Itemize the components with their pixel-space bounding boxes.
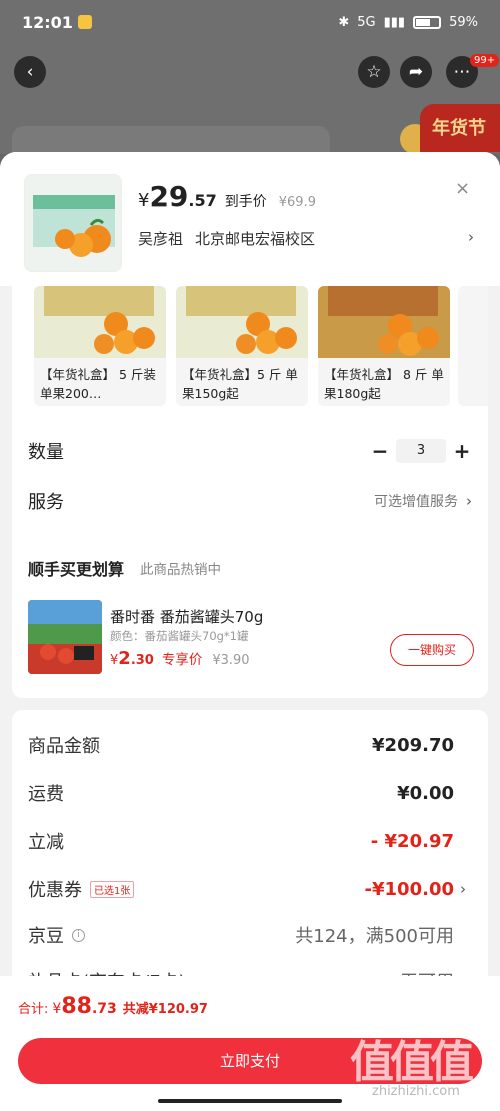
jd-bean-label: 京豆 bbox=[28, 926, 64, 947]
discount-label: 立减 bbox=[28, 832, 64, 853]
upsell-title: 顺手买更划算 bbox=[28, 560, 125, 579]
purchase-sheet: ¥ 29 .57 到手价 ¥69.9 × 吴彦祖 北京邮电宏福校区 › 【年货礼… bbox=[0, 152, 500, 1111]
price-integer: 29 bbox=[149, 180, 189, 213]
sheet-header: ¥ 29 .57 到手价 ¥69.9 × 吴彦祖 北京邮电宏福校区 › bbox=[0, 152, 500, 286]
back-button[interactable]: ‹ bbox=[14, 56, 46, 88]
quantity-stepper: − 3 + bbox=[370, 439, 472, 463]
upsell-card: 顺手买更划算 此商品热销中 番时番 番茄酱罐头70g 颜色：番茄酱罐头70g*1… bbox=[12, 538, 488, 698]
total-decimal: .73 bbox=[91, 1001, 117, 1017]
final-price-tag: 到手价 bbox=[224, 194, 267, 210]
status-indicators: ✱ 5G ▮▮▮ 59% bbox=[338, 15, 478, 30]
currency-symbol: ¥ bbox=[110, 653, 119, 668]
watermark-logo: 值值值 bbox=[350, 1037, 474, 1088]
coupon-chosen-badge: 已选1张 bbox=[90, 880, 135, 898]
variant-image bbox=[318, 286, 450, 358]
shipping-row: 运费 ¥0.00 bbox=[28, 780, 454, 806]
chevron-right-icon: › bbox=[460, 880, 466, 898]
background-card bbox=[12, 126, 330, 154]
one-click-buy-button[interactable]: 一键购买 bbox=[390, 634, 474, 666]
service-value: 可选增值服务 bbox=[374, 494, 458, 510]
total-integer: 88 bbox=[61, 994, 92, 1019]
variant-list[interactable]: 【年货礼盒】 5 斤装 单果200… 【年货礼盒】5 斤 单果150g起 【年货… bbox=[12, 286, 488, 410]
quantity-row: 数量 − 3 + bbox=[28, 436, 472, 466]
address-text: 北京邮电宏福校区 bbox=[195, 230, 316, 248]
currency-symbol: ¥ bbox=[138, 190, 150, 211]
minus-button[interactable]: − bbox=[370, 439, 390, 463]
price-decimal: .30 bbox=[130, 653, 154, 668]
goods-amount-row: 商品金额 ¥209.70 bbox=[28, 732, 454, 758]
upsell-price: ¥ 2 .30 专享价 ¥3.90 bbox=[110, 648, 250, 669]
status-time: 12:01 bbox=[22, 12, 73, 32]
close-icon[interactable]: × bbox=[455, 178, 470, 199]
bluetooth-icon: ✱ bbox=[338, 14, 350, 30]
coupon-value: -¥100.00 bbox=[364, 878, 454, 900]
service-row[interactable]: 服务 可选增值服务 › bbox=[28, 486, 472, 516]
goods-amount-label: 商品金额 bbox=[28, 736, 100, 757]
original-price: ¥3.90 bbox=[212, 653, 250, 668]
variant-option[interactable]: 【年货礼盒】 5 斤装 单果200… bbox=[34, 286, 166, 406]
jd-bean-value: 共124，满500可用 bbox=[295, 926, 454, 947]
total-saved: 共减¥120.97 bbox=[122, 1002, 208, 1017]
discount-row: 立减 - ¥20.97 bbox=[28, 828, 454, 854]
total-label: 合计: bbox=[18, 1002, 49, 1017]
variant-card: 【年货礼盒】 5 斤装 单果200… 【年货礼盒】5 斤 单果150g起 【年货… bbox=[12, 286, 488, 554]
upsell-subtitle: 此商品热销中 bbox=[140, 562, 221, 578]
plus-button[interactable]: + bbox=[452, 439, 472, 463]
product-price: ¥ 29 .57 到手价 ¥69.9 bbox=[138, 180, 316, 213]
upsell-item-spec: 颜色：番茄酱罐头70g*1罐 bbox=[110, 629, 249, 643]
message-badge: 99+ bbox=[470, 54, 500, 67]
recipient-name: 吴彦祖 bbox=[138, 230, 184, 248]
quantity-label: 数量 bbox=[28, 442, 64, 463]
notification-icon bbox=[77, 15, 92, 29]
orange-box-image bbox=[33, 195, 115, 257]
variant-image bbox=[34, 286, 166, 358]
exclusive-price-tag: 专享价 bbox=[161, 652, 203, 668]
festive-banner: 年货节 bbox=[420, 104, 500, 152]
goods-amount-value: ¥209.70 bbox=[372, 734, 454, 756]
price-decimal: .57 bbox=[188, 191, 217, 210]
chevron-right-icon: › bbox=[468, 228, 474, 246]
network-label: 5G bbox=[357, 14, 376, 30]
status-bar: 12:01 ✱ 5G ▮▮▮ 59% bbox=[0, 0, 500, 44]
variant-option[interactable] bbox=[458, 286, 488, 406]
shipping-value: ¥0.00 bbox=[397, 782, 454, 804]
tomato-product-image[interactable] bbox=[28, 600, 102, 674]
variant-option[interactable]: 【年货礼盒】5 斤 单果150g起 bbox=[176, 286, 308, 406]
home-indicator[interactable] bbox=[158, 1099, 342, 1103]
service-label: 服务 bbox=[28, 492, 64, 513]
order-total: 合计: ¥ 88 .73 共减¥120.97 bbox=[18, 994, 208, 1019]
signal-icon: ▮▮▮ bbox=[383, 14, 406, 30]
shipping-label: 运费 bbox=[28, 784, 64, 805]
upsell-item-name: 番时番 番茄酱罐头70g bbox=[110, 608, 264, 626]
tomato-image-art bbox=[28, 600, 102, 674]
variant-option[interactable]: 【年货礼盒】 8 斤 单果180g起 bbox=[318, 286, 450, 406]
address-selector[interactable]: 吴彦祖 北京邮电宏福校区 › bbox=[138, 228, 474, 249]
variant-label: 【年货礼盒】5 斤 单果150g起 bbox=[182, 367, 298, 401]
chevron-right-icon: › bbox=[466, 492, 472, 510]
coupon-row[interactable]: 优惠券 已选1张 -¥100.00 › bbox=[28, 876, 466, 902]
quantity-input[interactable]: 3 bbox=[396, 439, 446, 463]
discount-value: - ¥20.97 bbox=[370, 830, 454, 852]
info-icon[interactable]: i bbox=[72, 928, 85, 942]
share-icon[interactable]: ➦ bbox=[400, 56, 432, 88]
battery-icon bbox=[413, 15, 442, 29]
variant-label: 【年货礼盒】 5 斤装 单果200… bbox=[40, 367, 156, 401]
coupon-label: 优惠券 bbox=[28, 880, 82, 901]
variant-label: 【年货礼盒】 8 斤 单果180g起 bbox=[324, 367, 444, 401]
watermark-site: zhizhizhi.com bbox=[372, 1084, 460, 1099]
price-integer: 2 bbox=[118, 648, 131, 669]
original-price: ¥69.9 bbox=[278, 195, 316, 210]
currency-symbol: ¥ bbox=[52, 1001, 62, 1017]
variant-image bbox=[176, 286, 308, 358]
battery-percent: 59% bbox=[449, 14, 478, 30]
favorite-star-icon[interactable]: ☆ bbox=[358, 56, 390, 88]
jd-bean-row: 京豆 i 共124，满500可用 bbox=[28, 922, 454, 948]
product-thumbnail bbox=[24, 174, 122, 272]
